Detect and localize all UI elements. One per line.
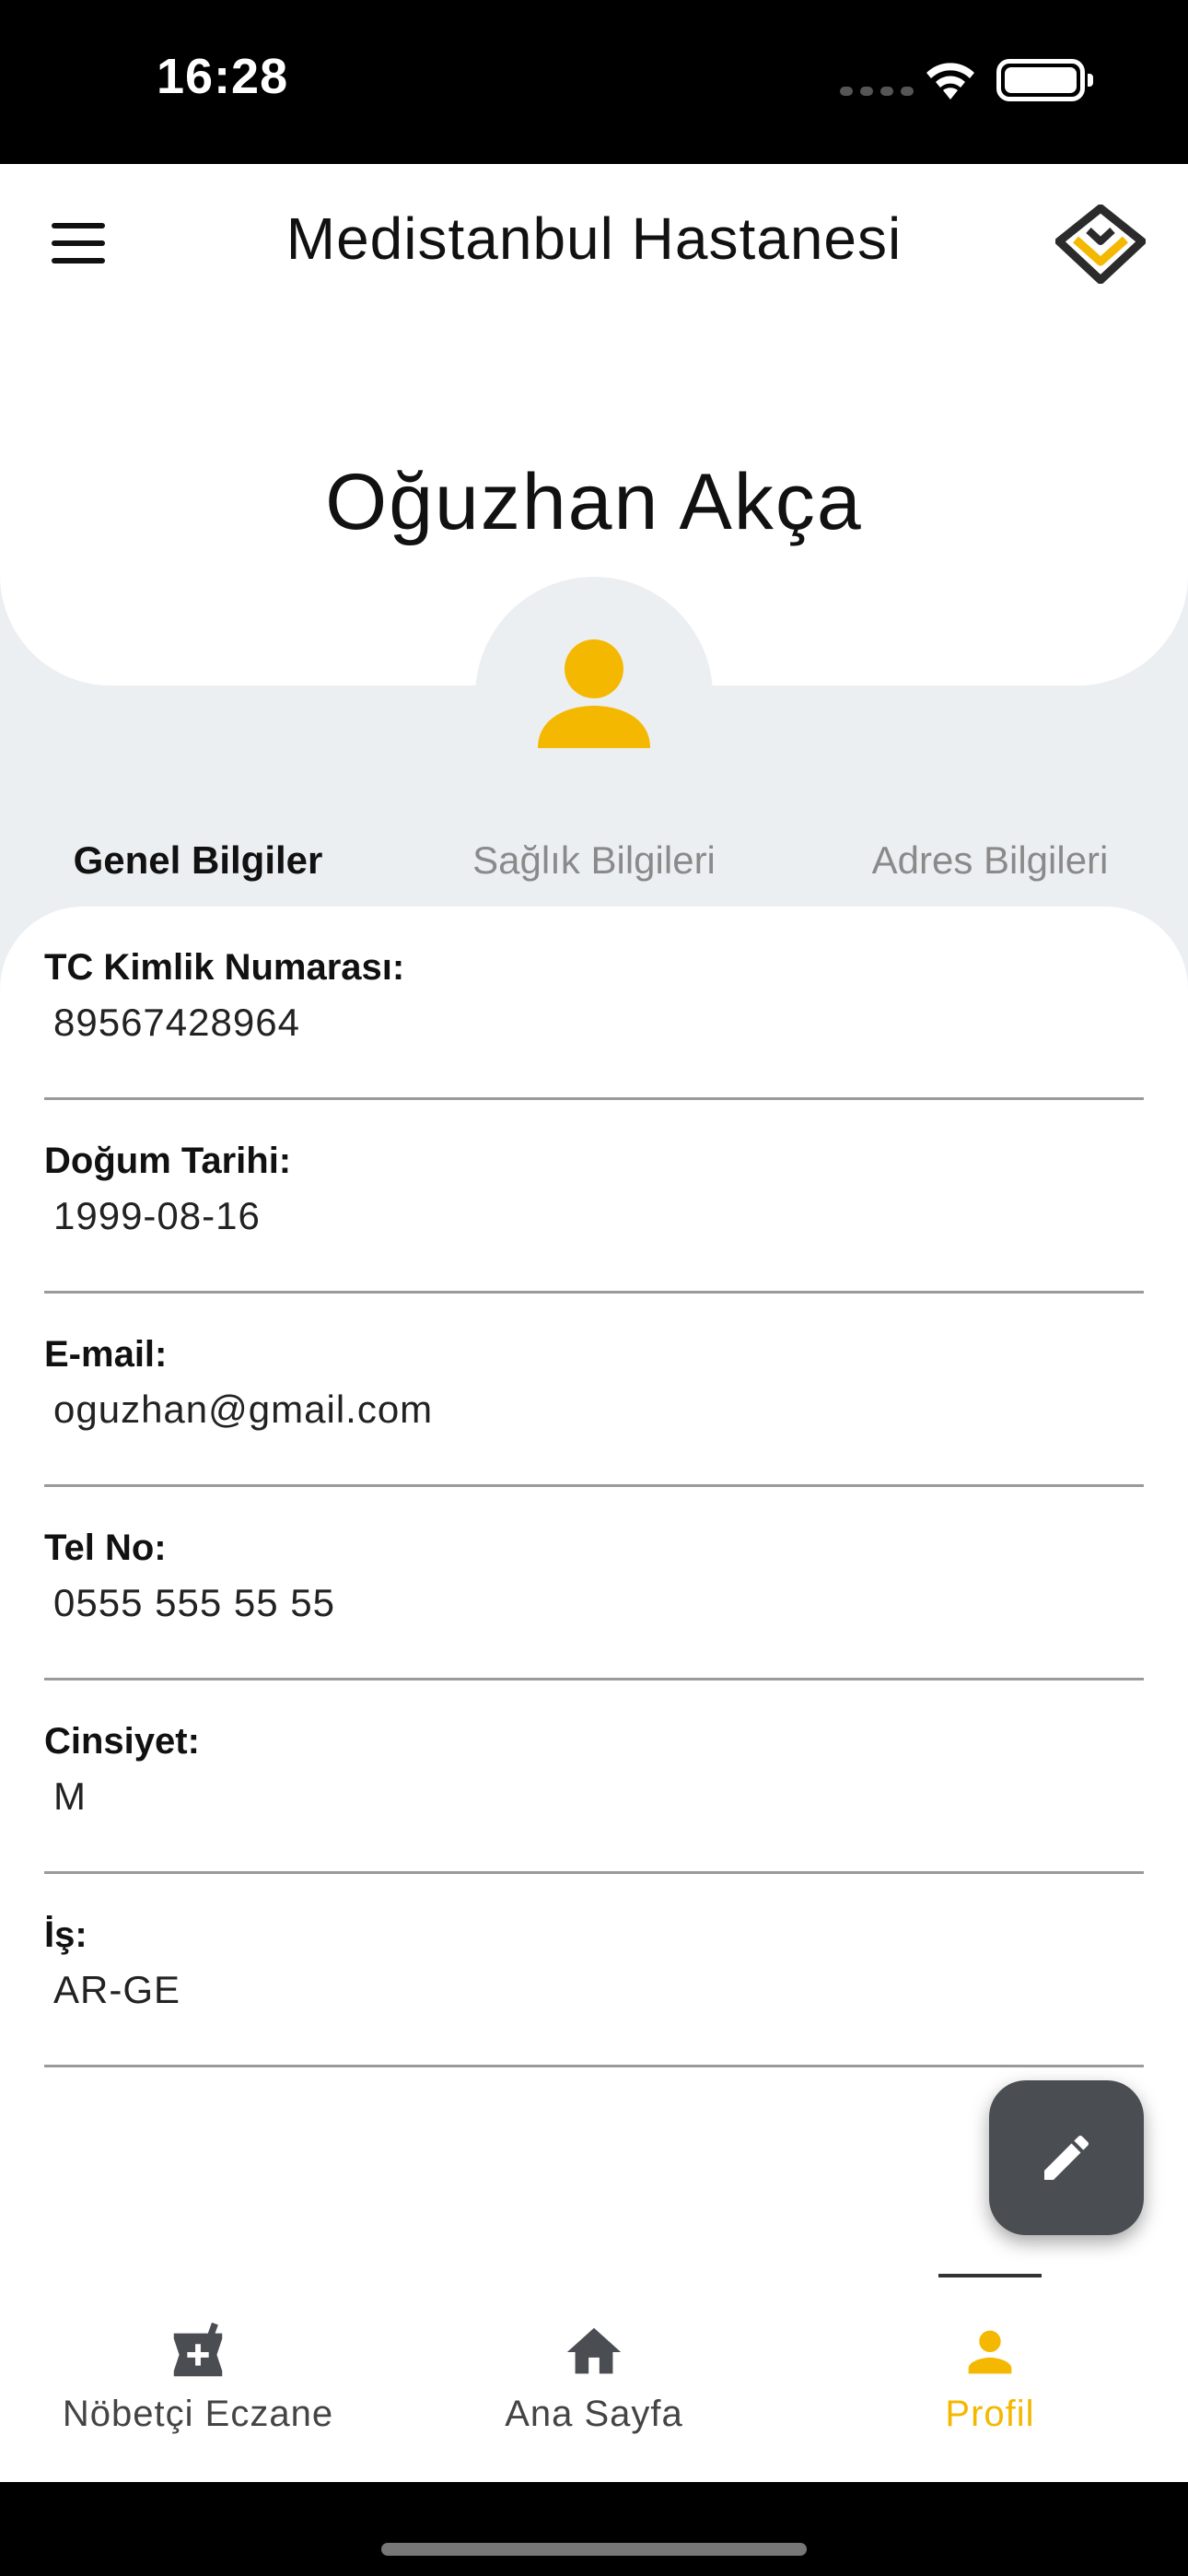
field-value: 89567428964: [53, 1001, 300, 1044]
nav-label: Nöbetçi Eczane: [62, 2394, 334, 2434]
pharmacy-icon: [173, 2322, 223, 2377]
field-label: Doğum Tarihi:: [44, 1141, 292, 1181]
nav-profil[interactable]: Profil: [792, 2274, 1188, 2482]
info-card: TC Kimlik Numarası: 89567428964 Doğum Ta…: [0, 907, 1188, 2482]
tab-genel-bilgiler[interactable]: Genel Bilgiler: [0, 805, 396, 916]
nav-nobetci-eczane[interactable]: Nöbetçi Eczane: [0, 2274, 396, 2482]
bottom-navigation: Nöbetçi Eczane Ana Sayfa Profil: [0, 2274, 1188, 2482]
field-value: M: [53, 1774, 87, 1818]
user-name: Oğuzhan Akça: [325, 458, 863, 546]
edit-profile-button[interactable]: [989, 2080, 1144, 2235]
home-indicator[interactable]: [381, 2543, 807, 2556]
home-indicator-area: [0, 2482, 1188, 2576]
tab-saglik-bilgileri[interactable]: Sağlık Bilgileri: [396, 805, 792, 916]
hospital-logo-icon: [1055, 205, 1146, 284]
cellular-signal-icon: [840, 87, 914, 96]
status-bar: 16:28: [0, 0, 1188, 164]
field-tc-kimlik: TC Kimlik Numarası: 89567428964: [44, 907, 1144, 1100]
battery-icon: [996, 59, 1093, 101]
nav-label: Profil: [945, 2394, 1035, 2434]
nav-label: Ana Sayfa: [505, 2394, 683, 2434]
person-avatar-icon: [538, 639, 650, 748]
home-icon: [566, 2327, 622, 2374]
status-time: 16:28: [157, 49, 289, 104]
profile-tabs: Genel Bilgiler Sağlık Bilgileri Adres Bi…: [0, 805, 1188, 916]
field-value: 1999-08-16: [53, 1194, 261, 1237]
app-title: Medistanbul Hastanesi: [285, 205, 903, 272]
field-dogum-tarihi: Doğum Tarihi: 1999-08-16: [44, 1100, 1144, 1294]
field-tel-no: Tel No: 0555 555 55 55: [44, 1487, 1144, 1680]
field-value: 0555 555 55 55: [53, 1581, 335, 1624]
field-label: İş:: [44, 1914, 87, 1955]
field-label: Cinsiyet:: [44, 1721, 200, 1762]
nav-ana-sayfa[interactable]: Ana Sayfa: [396, 2274, 792, 2482]
active-tab-indicator: [938, 2274, 1042, 2277]
field-label: E-mail:: [44, 1334, 168, 1375]
field-email: E-mail: oguzhan@gmail.com: [44, 1294, 1144, 1487]
field-label: Tel No:: [44, 1528, 167, 1568]
pencil-icon: [1044, 2135, 1089, 2180]
person-icon: [968, 2330, 1012, 2374]
field-is: İş: AR-GE: [44, 1874, 1144, 2067]
field-value: AR-GE: [53, 1968, 181, 2011]
field-label: TC Kimlik Numarası:: [44, 947, 405, 988]
wifi-icon: [926, 63, 974, 100]
app-screen: Medistanbul Hastanesi Oğuzhan Akça Genel…: [0, 164, 1188, 2482]
tab-adres-bilgileri[interactable]: Adres Bilgileri: [792, 805, 1188, 916]
field-value: oguzhan@gmail.com: [53, 1388, 434, 1431]
field-cinsiyet: Cinsiyet: M: [44, 1680, 1144, 1874]
